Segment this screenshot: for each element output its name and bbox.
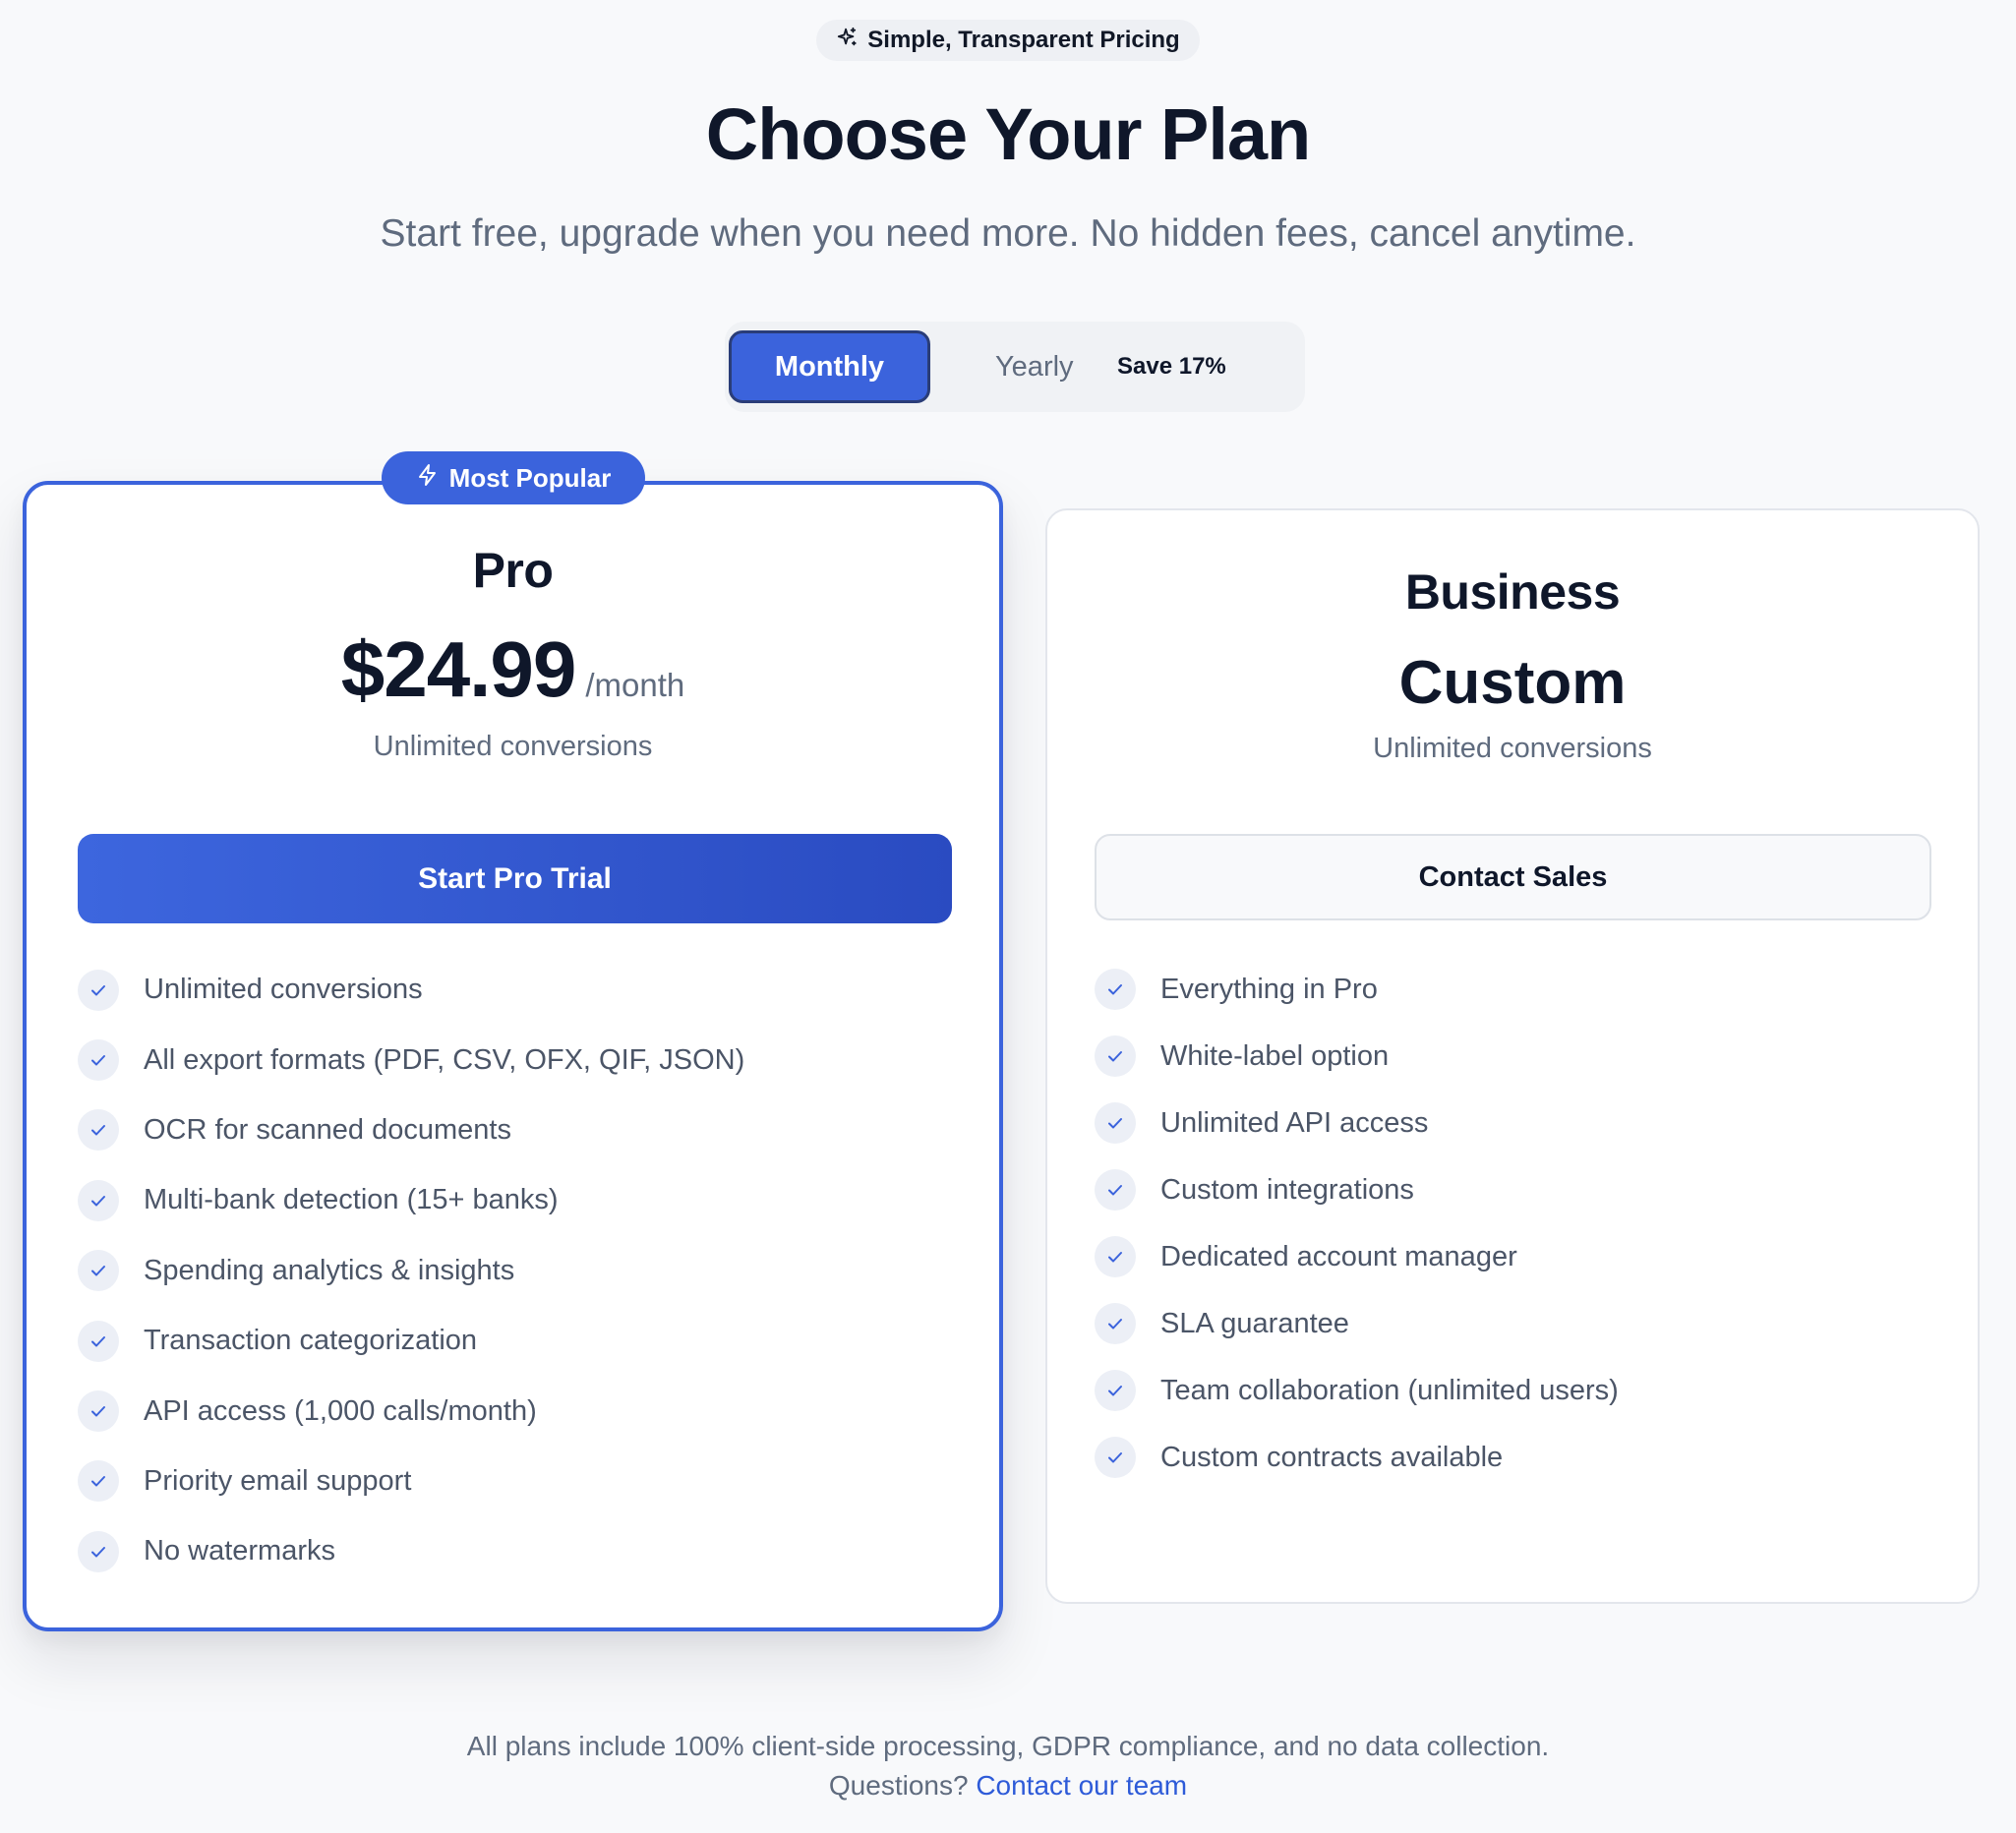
check-icon <box>1095 1035 1136 1077</box>
feature-text: Custom contracts available <box>1160 1441 1504 1473</box>
feature-text: Multi-bank detection (15+ banks) <box>144 1184 559 1216</box>
check-icon <box>78 1250 119 1292</box>
billing-toggle: Monthly Yearly Save 17% <box>725 322 1305 412</box>
feature-text: Team collaboration (unlimited users) <box>1160 1374 1619 1406</box>
footer-question-row: Questions? Contact our team <box>0 1770 2016 1802</box>
pro-price-row: $24.99 /month <box>27 624 999 715</box>
feature-item: Unlimited API access <box>1095 1090 1619 1156</box>
plan-name-business: Business <box>1404 564 1621 620</box>
check-icon <box>78 1039 119 1082</box>
feature-text: Spending analytics & insights <box>144 1254 515 1286</box>
feature-text: OCR for scanned documents <box>144 1113 511 1146</box>
check-icon <box>1095 1169 1136 1211</box>
check-icon <box>1095 1236 1136 1277</box>
feature-text: No watermarks <box>144 1535 335 1567</box>
feature-text: Custom integrations <box>1160 1173 1414 1206</box>
feature-item: Multi-bank detection (15+ banks) <box>78 1165 744 1235</box>
feature-item: Everything in Pro <box>1095 956 1619 1023</box>
pro-feature-list: Unlimited conversions All export formats… <box>78 955 744 1587</box>
check-icon <box>78 1109 119 1152</box>
business-price: Custom <box>1398 649 1627 717</box>
feature-item: Transaction categorization <box>78 1306 744 1376</box>
save-percentage-label: Save 17% <box>1117 353 1226 380</box>
feature-item: Custom contracts available <box>1095 1424 1619 1491</box>
check-icon <box>1095 1102 1136 1144</box>
pro-plan-description: Unlimited conversions <box>373 731 653 762</box>
feature-text: Everything in Pro <box>1160 973 1378 1005</box>
business-plan-card: Business Custom Unlimited conversions Co… <box>1045 508 1980 1604</box>
pro-price: $24.99 <box>340 625 577 713</box>
check-icon <box>1095 1437 1136 1478</box>
check-icon <box>1095 1370 1136 1411</box>
feature-item: API access (1,000 calls/month) <box>78 1376 744 1446</box>
pricing-badge-text: Simple, Transparent Pricing <box>867 27 1180 53</box>
feature-item: White-label option <box>1095 1023 1619 1090</box>
contact-sales-button[interactable]: Contact Sales <box>1095 834 1931 920</box>
monthly-toggle-button[interactable]: Monthly <box>729 330 930 403</box>
pricing-badge: Simple, Transparent Pricing <box>816 20 1200 61</box>
feature-text: API access (1,000 calls/month) <box>144 1394 537 1427</box>
pro-plan-card: Pro $24.99 /month Unlimited conversions … <box>23 481 1003 1631</box>
feature-text: Dedicated account manager <box>1160 1240 1517 1272</box>
feature-item: Priority email support <box>78 1447 744 1516</box>
feature-text: Unlimited API access <box>1160 1106 1429 1139</box>
feature-item: SLA guarantee <box>1095 1290 1619 1357</box>
lightning-icon <box>416 463 440 494</box>
feature-item: Custom integrations <box>1095 1156 1619 1223</box>
feature-text: Transaction categorization <box>144 1325 478 1357</box>
most-popular-text: Most Popular <box>448 462 612 493</box>
check-icon <box>1095 1303 1136 1344</box>
check-icon <box>78 1530 119 1572</box>
footer-note: All plans include 100% client-side proce… <box>466 1731 1550 1761</box>
most-popular-badge: Most Popular <box>382 451 645 504</box>
check-icon <box>78 1390 119 1433</box>
check-icon <box>78 1179 119 1221</box>
start-pro-trial-button[interactable]: Start Pro Trial <box>78 834 952 923</box>
feature-item: Spending analytics & insights <box>78 1236 744 1306</box>
plan-name-pro: Pro <box>472 543 554 598</box>
feature-item: Unlimited conversions <box>78 955 744 1025</box>
top-badge-wrap: Simple, Transparent Pricing <box>0 20 2016 61</box>
yearly-toggle-button[interactable]: Yearly <box>995 322 1074 412</box>
page-subtitle: Start free, upgrade when you need more. … <box>380 212 1636 255</box>
page-title: Choose Your Plan <box>705 93 1311 175</box>
feature-text: SLA guarantee <box>1160 1307 1349 1339</box>
feature-item: Dedicated account manager <box>1095 1223 1619 1290</box>
business-feature-list: Everything in Pro White-label option Unl… <box>1095 956 1619 1491</box>
sparkles-icon <box>836 27 858 55</box>
feature-item: Team collaboration (unlimited users) <box>1095 1357 1619 1424</box>
contact-team-link[interactable]: Contact our team <box>976 1770 1187 1801</box>
check-icon <box>1095 969 1136 1010</box>
feature-text: Priority email support <box>144 1464 412 1497</box>
feature-text: Unlimited conversions <box>144 974 423 1006</box>
feature-item: OCR for scanned documents <box>78 1095 744 1165</box>
check-icon <box>78 1320 119 1362</box>
check-icon <box>78 1460 119 1503</box>
feature-item: No watermarks <box>78 1516 744 1586</box>
pro-price-period: /month <box>585 667 685 703</box>
feature-item: All export formats (PDF, CSV, OFX, QIF, … <box>78 1025 744 1094</box>
business-plan-description: Unlimited conversions <box>1373 733 1652 764</box>
check-icon <box>78 969 119 1011</box>
feature-text: All export formats (PDF, CSV, OFX, QIF, … <box>144 1043 745 1076</box>
feature-text: White-label option <box>1160 1039 1390 1072</box>
footer-question: Questions? <box>828 1770 969 1801</box>
